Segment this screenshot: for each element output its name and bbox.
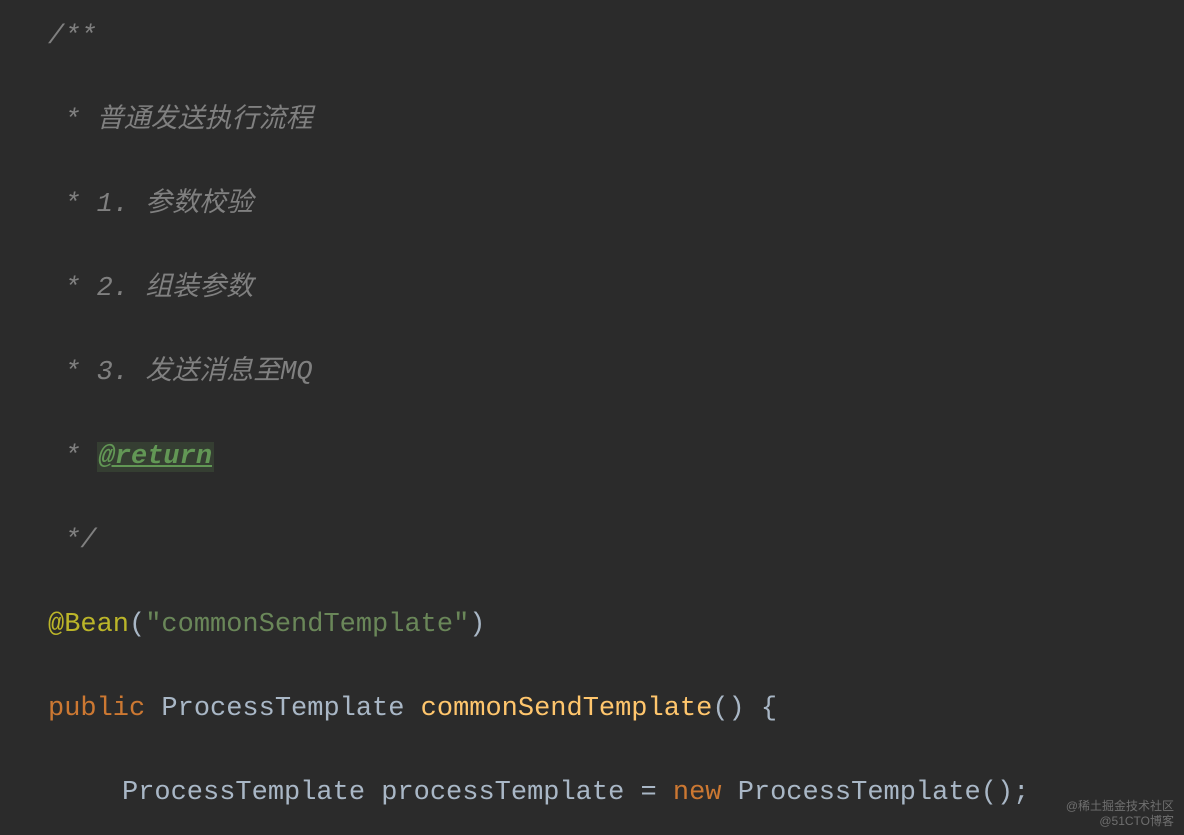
paren-open: (: [129, 610, 145, 640]
method-name: commonSendTemplate: [421, 694, 713, 724]
watermark-line-1: @稀土掘金技术社区: [1066, 799, 1174, 814]
javadoc-line: * 2. 组装参数: [48, 274, 253, 304]
keyword-new: new: [673, 778, 722, 808]
javadoc-line: * 普通发送执行流程: [48, 106, 313, 136]
return-type: ProcessTemplate: [161, 694, 404, 724]
keyword-public: public: [48, 694, 145, 724]
annotation-bean: @Bean: [48, 610, 129, 640]
javadoc-line: * 3. 发送消息至MQ: [48, 358, 313, 388]
watermark: @稀土掘金技术社区 @51CTO博客: [1066, 799, 1174, 829]
javadoc-close: */: [48, 526, 97, 556]
javadoc-line: * 1. 参数校验: [48, 190, 253, 220]
annotation-value: "commonSendTemplate": [145, 610, 469, 640]
stmt-new-template: ProcessTemplate processTemplate =: [122, 778, 673, 808]
javadoc-return-tag: @return: [97, 442, 214, 472]
watermark-line-2: @51CTO博客: [1066, 814, 1174, 829]
javadoc-open: /**: [48, 22, 97, 52]
javadoc-line: *: [48, 442, 97, 472]
method-sig-tail: () {: [712, 694, 777, 724]
paren-close: ): [469, 610, 485, 640]
code-block: /** * 普通发送执行流程 * 1. 参数校验 * 2. 组装参数 * 3. …: [0, 0, 1184, 835]
